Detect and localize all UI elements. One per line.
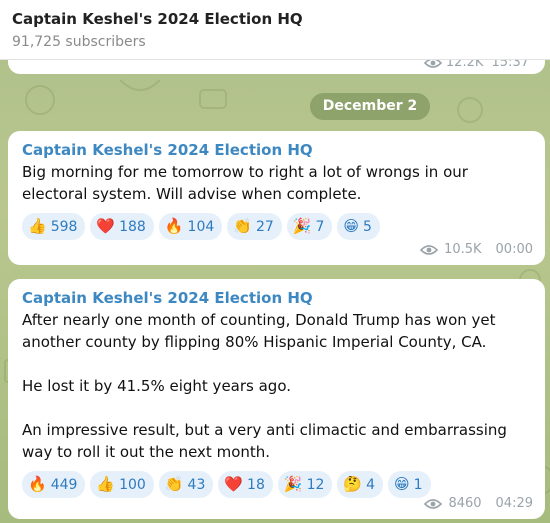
heart-icon: ❤️	[96, 217, 116, 235]
reaction-party[interactable]: 🎉 12	[277, 471, 333, 498]
reaction-grin[interactable]: 😁 1	[388, 471, 431, 498]
message-bubble[interactable]: Captain Keshel's 2024 Election HQ After …	[8, 279, 545, 519]
reaction-fire[interactable]: 🔥 104	[158, 213, 223, 240]
party-popper-icon: 🎉	[292, 217, 312, 235]
reaction-clap[interactable]: 👏 27	[227, 213, 282, 240]
date-separator: December 2	[310, 93, 430, 120]
views-icon	[420, 244, 439, 255]
reaction-party[interactable]: 🎉 7	[286, 213, 333, 240]
grin-icon: 😁	[394, 475, 410, 493]
reaction-grin[interactable]: 😁 5	[337, 213, 380, 240]
reaction-clap[interactable]: 👏 43	[158, 471, 214, 498]
heart-icon: ❤️	[224, 475, 244, 493]
reaction-thinking[interactable]: 🤔 4	[337, 471, 383, 498]
subscriber-count: 91,725 subscribers	[12, 34, 146, 50]
reaction-count: 12	[306, 476, 325, 493]
channel-title: Captain Keshel's 2024 Election HQ	[12, 10, 303, 28]
reaction-count: 43	[187, 476, 206, 493]
reaction-count: 7	[315, 218, 325, 235]
message-time: 00:00	[495, 242, 533, 257]
reaction-count: 598	[50, 218, 78, 235]
reaction-count: 18	[247, 476, 265, 493]
reaction-thumbs-up[interactable]: 👍 100	[90, 471, 154, 498]
message-author[interactable]: Captain Keshel's 2024 Election HQ	[22, 141, 531, 159]
reaction-count: 1	[413, 476, 423, 493]
reaction-count: 27	[255, 218, 274, 235]
reaction-fire[interactable]: 🔥 449	[22, 471, 86, 498]
thumbs-up-icon: 👍	[28, 217, 47, 235]
reaction-count: 5	[363, 218, 372, 235]
thinking-face-icon: 🤔	[343, 475, 363, 493]
clap-icon: 👏	[233, 217, 252, 235]
message-author[interactable]: Captain Keshel's 2024 Election HQ	[22, 289, 531, 307]
message-text: Big morning for me tomorrow to right a l…	[22, 163, 468, 203]
view-count: 10.5K	[444, 242, 482, 257]
message-time: 04:29	[495, 496, 533, 511]
reaction-heart[interactable]: ❤️ 18	[218, 471, 273, 498]
party-popper-icon: 🎉	[283, 475, 303, 493]
fire-icon: 🔥	[164, 217, 184, 235]
reaction-count: 4	[366, 476, 375, 493]
reaction-count: 449	[50, 476, 78, 493]
message-text: After nearly one month of counting, Dona…	[22, 311, 507, 461]
thumbs-up-icon: 👍	[96, 475, 116, 493]
reaction-heart[interactable]: ❤️ 188	[90, 213, 154, 240]
reactions-bar: 👍 598 ❤️ 188 🔥 104 👏 27 🎉 7 😁 5	[22, 213, 531, 240]
clap-icon: 👏	[164, 475, 184, 493]
views-icon	[424, 498, 443, 509]
reactions-bar: 🔥 449 👍 100 👏 43 ❤️ 18 🎉 12 🤔 4 😁 1	[22, 471, 531, 498]
grin-icon: 😁	[343, 217, 360, 235]
message-meta: 8460 04:29	[424, 496, 533, 511]
reaction-count: 100	[119, 476, 146, 493]
reaction-count: 188	[119, 218, 146, 235]
message-meta: 10.5K 00:00	[420, 242, 533, 257]
channel-header[interactable]: Captain Keshel's 2024 Election HQ 91,725…	[0, 0, 550, 60]
fire-icon: 🔥	[28, 475, 47, 493]
reaction-count: 104	[187, 218, 215, 235]
view-count: 8460	[448, 496, 482, 511]
message-bubble[interactable]: Captain Keshel's 2024 Election HQ Big mo…	[8, 131, 545, 265]
reaction-thumbs-up[interactable]: 👍 598	[22, 213, 86, 240]
